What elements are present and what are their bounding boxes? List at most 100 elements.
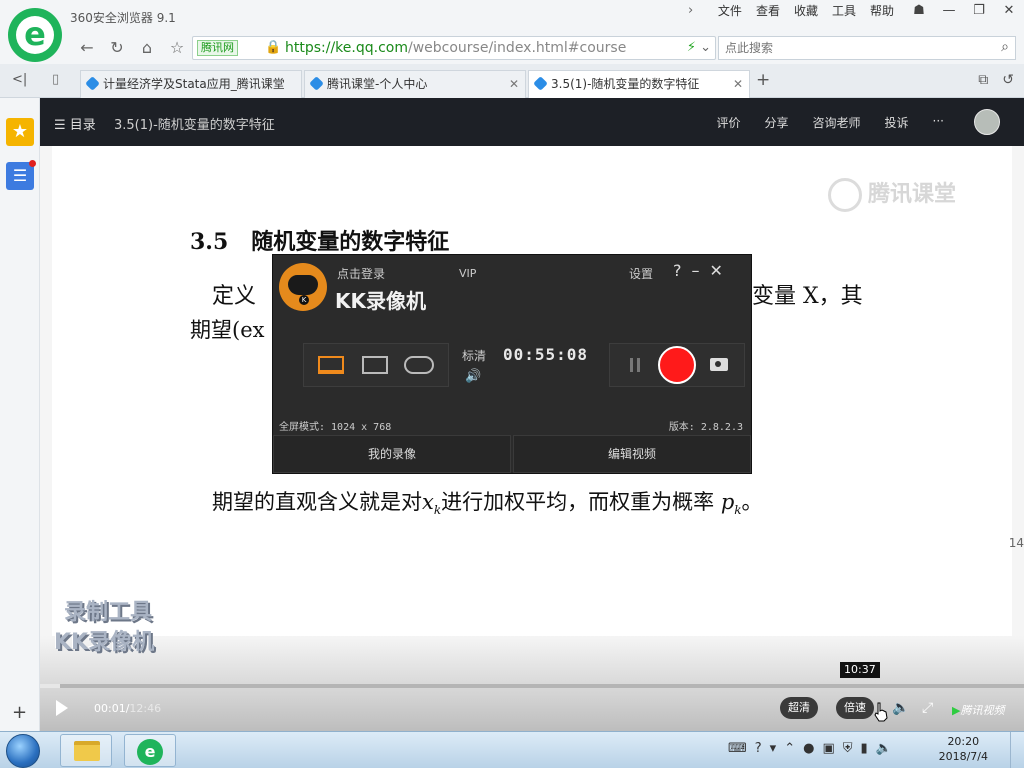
- quality-selector[interactable]: 标清: [462, 347, 486, 364]
- help-icon[interactable]: ?: [755, 741, 762, 756]
- kk-recorder-watermark: 录制工具 KK录像机: [54, 600, 155, 655]
- progress-bar[interactable]: [40, 684, 1024, 688]
- close-button[interactable]: ✕: [994, 0, 1024, 24]
- tab-personal-center[interactable]: 腾讯课堂-个人中心 ✕: [304, 70, 526, 98]
- tab-bar: <| ▯ 计量经济学及Stata应用_腾讯课堂 腾讯课堂-个人中心 ✕ 3.5(…: [0, 64, 1024, 99]
- qq-class-favicon-icon: [533, 76, 548, 91]
- tab-stata-course[interactable]: 计量经济学及Stata应用_腾讯课堂: [80, 70, 302, 98]
- avatar[interactable]: [974, 109, 1000, 135]
- url-input[interactable]: 腾讯网 🔒 https://ke.qq.com/webcourse/index.…: [192, 36, 716, 60]
- url-text: https://ke.qq.com/webcourse/index.html#c…: [285, 40, 626, 56]
- undo-close-icon[interactable]: ↺: [1002, 72, 1014, 88]
- tencent-class-watermark: 腾讯课堂: [828, 176, 956, 212]
- browser-sidebar: ★ ☰ +: [0, 98, 40, 731]
- network-icon[interactable]: ▣: [822, 741, 834, 756]
- my-recordings-button[interactable]: 我的录像: [273, 435, 511, 473]
- volume-icon[interactable]: 🔊: [465, 369, 481, 384]
- chevron-right-icon[interactable]: ›: [688, 3, 693, 18]
- menu-favorites[interactable]: 收藏: [794, 4, 818, 18]
- game-mode-icon[interactable]: [404, 356, 434, 374]
- collapse-sidebar-icon[interactable]: <|: [12, 72, 27, 87]
- taskbar-explorer[interactable]: [60, 734, 112, 767]
- tray-arrow-icon[interactable]: ⌃: [784, 741, 795, 756]
- login-link[interactable]: 点击登录: [337, 265, 385, 282]
- version-info: 版本: 2.8.2.3: [668, 422, 743, 433]
- record-button[interactable]: [658, 346, 696, 384]
- close-tab-icon[interactable]: ✕: [733, 71, 743, 97]
- kk-window-controls: ? – ✕: [673, 261, 723, 280]
- favorite-star-icon[interactable]: ☆: [166, 37, 188, 59]
- fullscreen-mode-icon[interactable]: [318, 356, 344, 374]
- speaker-icon[interactable]: 🔈: [876, 741, 892, 756]
- refresh-icon[interactable]: ↻: [106, 37, 128, 59]
- camera-icon[interactable]: [710, 358, 728, 371]
- taskbar-360-browser[interactable]: e: [124, 734, 176, 767]
- lightning-icon[interactable]: ⚡ ⌄: [687, 40, 711, 55]
- course-header: ☰ 目录 3.5(1)-随机变量的数字特征 评价 分享 咨询老师 投诉 ···: [40, 98, 1024, 146]
- edit-video-button[interactable]: 编辑视频: [513, 435, 751, 473]
- pause-icon[interactable]: [630, 358, 640, 372]
- fullscreen-icon[interactable]: ⤢: [922, 700, 933, 716]
- favorites-star-icon[interactable]: ★: [6, 118, 34, 146]
- share-link[interactable]: 分享: [765, 114, 789, 131]
- more-link[interactable]: ···: [933, 114, 944, 131]
- expectation-text: 期望(ex: [190, 318, 265, 342]
- reading-list-icon[interactable]: ☰: [6, 160, 36, 190]
- volume-icon[interactable]: 🔈: [892, 700, 909, 716]
- url-path: /webcourse/index.html#course: [407, 40, 627, 56]
- new-tab-icon[interactable]: +: [756, 70, 770, 90]
- menu-view[interactable]: 查看: [756, 4, 780, 18]
- ask-teacher-link[interactable]: 咨询老师: [813, 114, 861, 131]
- start-button[interactable]: [6, 734, 40, 768]
- region-mode-icon[interactable]: [362, 356, 388, 374]
- menu-tools[interactable]: 工具: [832, 4, 856, 18]
- home-icon[interactable]: ⌂: [136, 37, 158, 59]
- definition-text-right: 变量 X，其: [752, 284, 863, 309]
- play-icon[interactable]: [56, 700, 68, 716]
- help-icon[interactable]: ?: [673, 261, 682, 280]
- kk-tray-icon[interactable]: ●: [803, 741, 814, 756]
- quality-button[interactable]: 超清: [780, 697, 818, 719]
- page-icon[interactable]: ▯: [52, 72, 59, 87]
- speed-button[interactable]: 倍速: [836, 697, 874, 719]
- time-display: 00:01/12:46: [94, 702, 162, 715]
- catalog-button[interactable]: ☰ 目录: [54, 114, 96, 133]
- windows-taskbar: e ⌨ ? ▾ ⌃ ● ▣ ⛨ ▮ 🔈 20:20 2018/7/4: [0, 731, 1024, 768]
- tab-active-lesson[interactable]: 3.5(1)-随机变量的数字特征 ✕: [528, 70, 750, 99]
- hand-cursor-icon: [874, 702, 888, 722]
- kk-raccoon-logo-icon: [279, 263, 327, 311]
- settings-button[interactable]: 设置: [629, 265, 653, 282]
- maximize-button[interactable]: ❐: [964, 0, 994, 24]
- hover-time-tooltip: 10:37: [840, 662, 880, 678]
- tab-tools: ⧉ ↺: [978, 72, 1014, 88]
- report-link[interactable]: 投诉: [885, 114, 909, 131]
- tray-menu-icon[interactable]: ▾: [770, 741, 777, 756]
- clock[interactable]: 20:20 2018/7/4: [939, 734, 988, 764]
- minimize-icon[interactable]: –: [692, 261, 700, 280]
- record-timer: 00:55:08: [503, 345, 589, 364]
- browser-logo-icon[interactable]: e: [8, 8, 62, 62]
- close-tab-icon[interactable]: ✕: [509, 71, 519, 97]
- vip-badge[interactable]: VIP: [459, 267, 476, 280]
- rate-link[interactable]: 评价: [716, 114, 740, 131]
- show-desktop-button[interactable]: [1010, 732, 1024, 768]
- chevron-down-icon[interactable]: ⌄: [700, 40, 711, 55]
- qq-class-favicon-icon: [85, 76, 100, 91]
- course-actions: 评价 分享 咨询老师 投诉 ···: [716, 114, 944, 131]
- menu-file[interactable]: 文件: [718, 4, 742, 18]
- keyboard-icon[interactable]: ⌨: [728, 741, 747, 756]
- close-icon[interactable]: ✕: [710, 261, 723, 280]
- back-icon[interactable]: ←: [76, 37, 98, 59]
- skin-icon[interactable]: ☗: [904, 0, 934, 24]
- minimize-button[interactable]: —: [934, 0, 964, 24]
- signal-icon[interactable]: ▮: [861, 741, 868, 756]
- shield-icon[interactable]: ⛨: [843, 741, 853, 756]
- search-box: ⌕: [718, 36, 1016, 60]
- kk-brand-title: KK录像机: [335, 289, 426, 313]
- add-sidebar-item-icon[interactable]: +: [12, 702, 27, 723]
- search-icon[interactable]: ⌕: [1001, 39, 1009, 55]
- search-input[interactable]: [719, 37, 979, 59]
- menu-help[interactable]: 帮助: [870, 4, 894, 18]
- tab-list-icon[interactable]: ⧉: [978, 72, 988, 88]
- qq-class-favicon-icon: [309, 76, 324, 91]
